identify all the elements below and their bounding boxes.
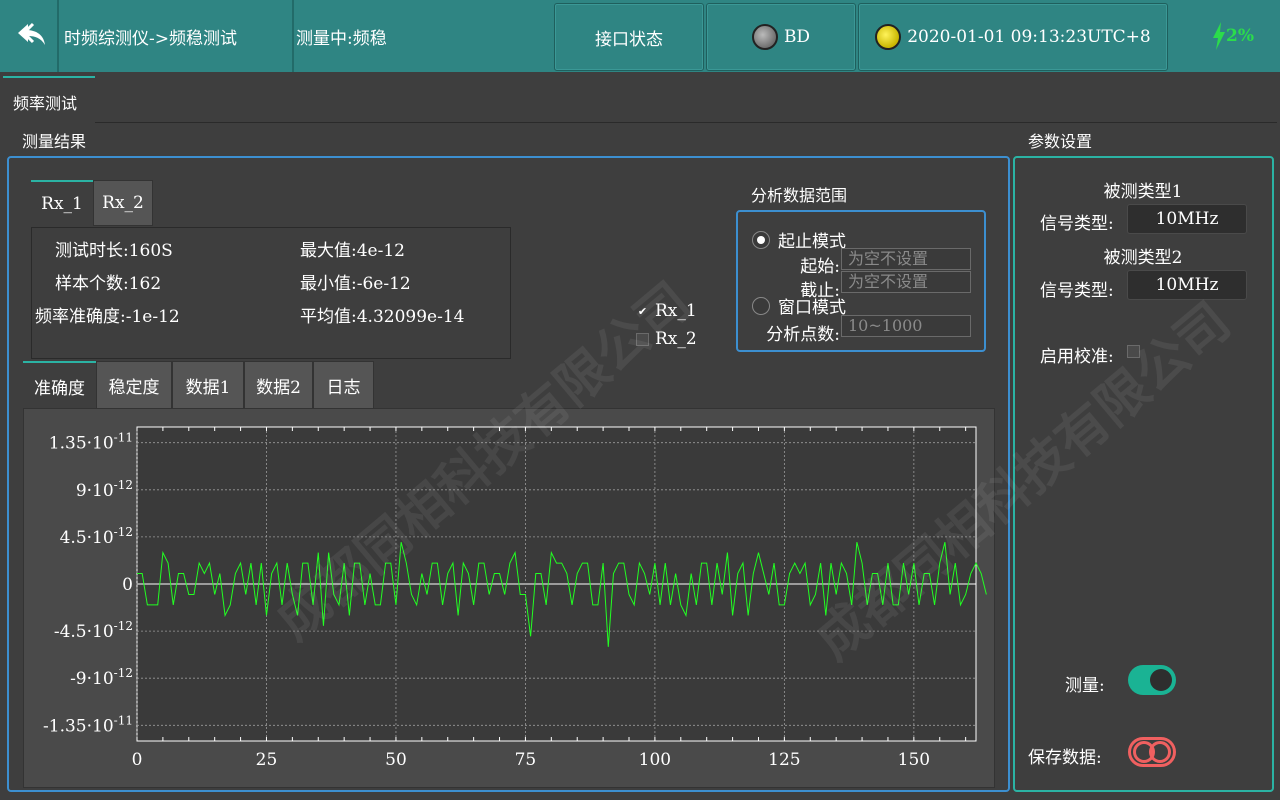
x-tick-label: 25: [256, 750, 278, 770]
x-tick-label: 0: [132, 750, 143, 770]
x-tick-label: 50: [385, 750, 407, 770]
save-data-label: 保存数据:: [1028, 748, 1102, 768]
stat-accuracy: 频率准确度:-1e-12: [35, 307, 180, 327]
mode-start-stop-radio[interactable]: 起止模式: [752, 227, 846, 252]
points-label: 分析点数:: [766, 325, 840, 345]
results-title: 测量结果: [22, 132, 87, 151]
radio-unselected-icon: [752, 296, 770, 315]
y-tick-label: 0: [122, 575, 133, 595]
tab-stability[interactable]: 稳定度: [96, 361, 172, 409]
type1-title: 被测类型1: [1103, 182, 1183, 202]
breadcrumb: 时频综测仪->频稳测试: [64, 28, 237, 49]
range-title: 分析数据范围: [751, 186, 848, 205]
tab-data1[interactable]: 数据1: [172, 361, 244, 409]
interface-status-button[interactable]: 接口状态: [554, 3, 704, 71]
checkbox-icon: [636, 332, 649, 346]
signal-select-1[interactable]: 10MHz: [1127, 204, 1247, 234]
signal-label-1: 信号类型:: [1040, 214, 1114, 234]
tab-data2[interactable]: 数据2: [244, 361, 313, 409]
bd-status-button[interactable]: BD: [706, 3, 856, 71]
back-button[interactable]: [8, 0, 56, 72]
calibration-label: 启用校准:: [1040, 347, 1114, 367]
battery-level: 2%: [1226, 26, 1254, 46]
stat-mean: 平均值:4.32099e-14: [300, 307, 465, 327]
tab-rx1[interactable]: Rx_1: [31, 180, 93, 226]
save-data-toggle[interactable]: [1128, 737, 1176, 767]
x-tick-label: 125: [768, 750, 800, 770]
measure-toggle[interactable]: [1128, 665, 1176, 695]
x-tick-label: 100: [639, 750, 671, 770]
stat-min: 最小值:-6e-12: [300, 274, 411, 294]
y-tick-label: -4.5·10-12: [54, 619, 133, 642]
radio-selected-icon: [752, 230, 770, 249]
x-tick-label: 150: [898, 750, 930, 770]
bd-label: BD: [783, 27, 811, 47]
params-title: 参数设置: [1028, 132, 1093, 151]
stat-max: 最大值:4e-12: [300, 241, 405, 261]
y-tick-label: -9·10-12: [70, 666, 133, 689]
points-input[interactable]: 10~1000: [841, 315, 971, 337]
y-tick-label: 1.35·10-11: [49, 431, 133, 454]
battery-status: 2%: [1212, 0, 1254, 72]
stop-input[interactable]: 为空不设置: [841, 271, 971, 293]
bd-indicator-icon: [751, 24, 778, 50]
calibration-checkbox[interactable]: [1127, 345, 1140, 358]
datetime-button[interactable]: 2020-01-01 09:13:23UTC+8: [858, 3, 1168, 71]
rx1-checkbox[interactable]: ✔ Rx_1: [636, 301, 697, 321]
tab-rx2[interactable]: Rx_2: [93, 180, 153, 226]
tab-frequency-test[interactable]: 频率测试: [3, 76, 95, 122]
chart-area: 1.35·10-11 9·10-12 4.5·10-12 0 -4.5·10-12 -9·…: [23, 408, 995, 788]
type2-title: 被测类型2: [1103, 248, 1183, 268]
tab-log[interactable]: 日志: [313, 361, 374, 409]
check-icon: ✔: [637, 304, 648, 318]
start-input[interactable]: 为空不设置: [841, 248, 971, 270]
signal-select-2[interactable]: 10MHz: [1127, 270, 1247, 300]
signal-label-2: 信号类型:: [1040, 281, 1114, 301]
y-tick-label: 9·10-12: [76, 478, 133, 501]
stat-duration: 测试时长:160S: [55, 241, 173, 261]
time-indicator-icon: [875, 24, 902, 50]
tab-accuracy[interactable]: 准确度: [23, 361, 96, 409]
measure-label: 测量:: [1065, 676, 1105, 696]
start-label: 起始:: [800, 257, 840, 277]
measure-status: 测量中:频稳: [296, 28, 387, 49]
datetime-text: 2020-01-01 09:13:23UTC+8: [907, 27, 1151, 47]
y-tick-label: 4.5·10-12: [60, 525, 133, 548]
top-bar: 时频综测仪->频稳测试 测量中:频稳 接口状态 BD 2020-01-01 09…: [0, 0, 1280, 72]
x-tick-label: 75: [515, 750, 537, 770]
back-arrow-icon: [18, 22, 45, 45]
accuracy-chart: 1.35·10-11 9·10-12 4.5·10-12 0 -4.5·10-12 -9·…: [43, 426, 987, 770]
y-tick-label: -1.35·10-11: [43, 713, 133, 736]
mode-window-radio[interactable]: 窗口模式: [752, 293, 846, 318]
stat-samples: 样本个数:162: [55, 274, 162, 294]
lightning-icon: [1213, 22, 1225, 50]
rx2-checkbox[interactable]: Rx_2: [636, 329, 697, 349]
